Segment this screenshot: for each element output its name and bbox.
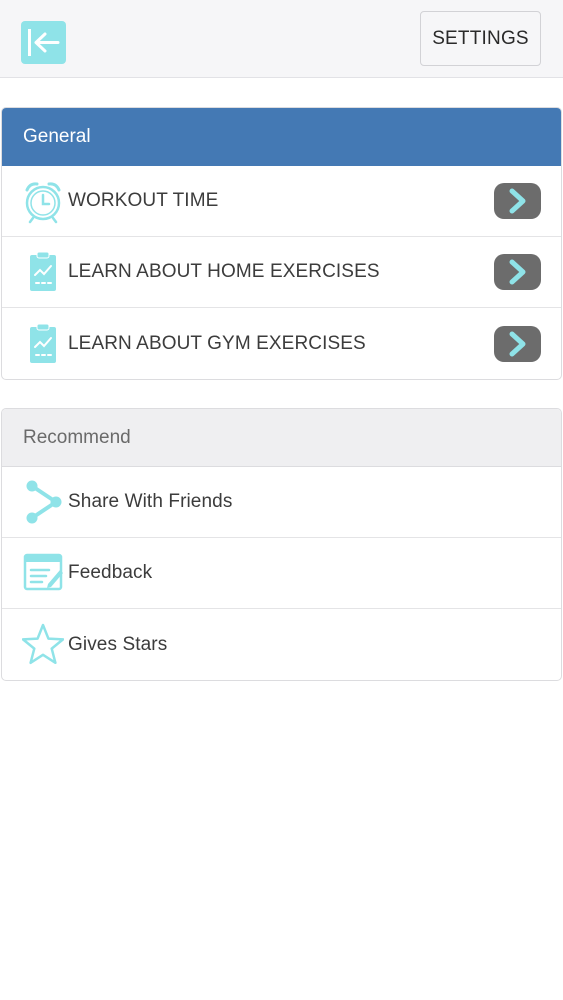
home-exercises-label: LEARN ABOUT HOME EXERCISES	[68, 261, 380, 282]
chevron-right-icon[interactable]	[494, 254, 541, 290]
feedback-label: Feedback	[68, 562, 153, 583]
general-panel: General WORKOUT TIME LEARN ABOUT HOME EX…	[1, 107, 562, 380]
chevron-right-icon[interactable]	[494, 325, 541, 362]
star-icon	[22, 622, 64, 668]
stars-label: Gives Stars	[68, 633, 168, 655]
stars-row[interactable]: Gives Stars	[2, 609, 561, 680]
workout-time-row[interactable]: WORKOUT TIME	[2, 166, 561, 237]
feedback-row[interactable]: Feedback	[2, 538, 561, 609]
share-label: Share With Friends	[68, 491, 233, 512]
back-arrow-icon	[21, 21, 66, 64]
general-title: General	[23, 126, 91, 147]
recommend-title: Recommend	[23, 426, 131, 448]
settings-label: SETTINGS	[432, 27, 529, 49]
share-row[interactable]: Share With Friends	[2, 467, 561, 538]
share-icon	[22, 479, 64, 525]
alarm-clock-icon	[22, 178, 64, 224]
clipboard-chart-icon	[22, 321, 64, 367]
gym-exercises-label: LEARN ABOUT GYM EXERCISES	[68, 332, 366, 354]
home-exercises-row[interactable]: LEARN ABOUT HOME EXERCISES	[2, 237, 561, 308]
recommend-panel: Recommend Share With Friends Feedback Gi…	[1, 408, 562, 681]
chevron-right-icon[interactable]	[494, 183, 541, 219]
feedback-edit-icon	[22, 550, 64, 596]
clipboard-chart-icon	[22, 249, 64, 295]
back-button[interactable]	[21, 21, 66, 64]
settings-button[interactable]: SETTINGS	[420, 11, 541, 66]
top-bar: SETTINGS	[0, 0, 563, 78]
general-header: General	[2, 108, 561, 166]
recommend-header: Recommend	[2, 409, 561, 467]
workout-time-label: WORKOUT TIME	[68, 190, 219, 211]
gym-exercises-row[interactable]: LEARN ABOUT GYM EXERCISES	[2, 308, 561, 379]
